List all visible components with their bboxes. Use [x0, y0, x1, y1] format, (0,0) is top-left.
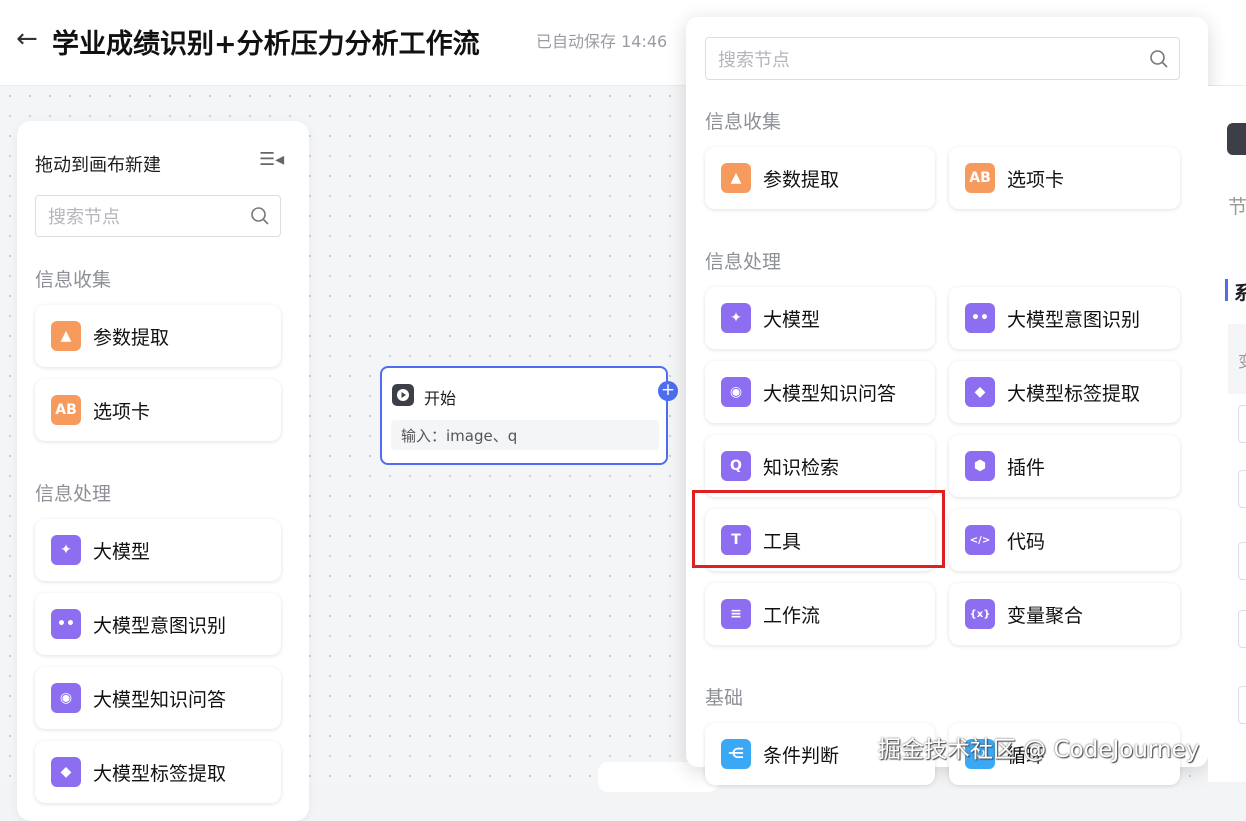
node-library-panel: 拖动到画布新建 ☰◂ 搜索节点 信息收集 ▲ 参数提取 AB 选项卡信息处理 ✦ 大模型 ••…: [17, 121, 309, 821]
node-item-label: 大模型标签提取: [1007, 382, 1141, 405]
config-field[interactable]: [1238, 405, 1246, 443]
start-node[interactable]: 开始 输入：image、q: [380, 366, 668, 465]
extract-icon: ▲: [51, 321, 81, 351]
qa-icon: ◉: [721, 377, 751, 407]
collapse-panel-icon[interactable]: ☰◂: [259, 149, 284, 170]
node-inputs: 输入：image、q: [391, 420, 659, 450]
node-item-label: 代码: [1007, 530, 1046, 553]
section-label: 信息收集: [35, 269, 112, 291]
back-arrow-icon[interactable]: ←: [16, 24, 38, 54]
plugin-icon: ⬢: [965, 451, 995, 481]
node-item-label: 参数提取: [93, 326, 170, 349]
intent-icon: ••: [965, 303, 995, 333]
left-search-input[interactable]: 搜索节点: [35, 195, 281, 237]
highlight-box-tool: [692, 490, 945, 568]
panel-title: 拖动到画布新建: [35, 155, 161, 176]
tag-icon: ◆: [965, 377, 995, 407]
intent-icon: ••: [51, 609, 81, 639]
node-desc-label: 节: [1228, 196, 1246, 218]
node-item-label: 大模型意图识别: [1007, 308, 1141, 331]
node-item-intent[interactable]: •• 大模型意图识别: [35, 593, 281, 655]
node-type-icon: [1227, 123, 1246, 155]
node-item-tag[interactable]: ◆ 大模型标签提取: [949, 361, 1180, 423]
tabs-icon: AB: [51, 395, 81, 425]
node-item-label: 插件: [1007, 456, 1046, 479]
section-marker: [1225, 279, 1228, 301]
node-item-label: 变量聚合: [1007, 604, 1084, 627]
section-label: 基础: [705, 687, 744, 709]
add-node-plus-icon[interactable]: +: [658, 381, 678, 401]
node-item-tabs[interactable]: AB 选项卡: [949, 147, 1180, 209]
tag-icon: ◆: [51, 757, 81, 787]
watermark: 掘金技术社区 @ CodeJourney: [878, 737, 1200, 763]
node-item-variable[interactable]: {x} 变量聚合: [949, 583, 1180, 645]
variable-header-label: 变: [1238, 352, 1246, 371]
node-item-search-knowledge[interactable]: Q 知识检索: [705, 435, 935, 497]
add-node-popup: 搜索节点 信息收集 ▲ 参数提取 AB 选项卡信息处理 ✦ 大模型 •• 大模型意图识别 ◉ 大模型…: [686, 17, 1208, 785]
section-label: 信息处理: [705, 251, 782, 273]
workflow-icon: ≡: [721, 599, 751, 629]
node-item-label: 工作流: [763, 604, 821, 627]
play-icon: [392, 384, 414, 406]
node-item-label: 大模型意图识别: [93, 614, 227, 637]
node-item-label: 大模型: [93, 540, 151, 563]
node-item-label: 大模型标签提取: [93, 762, 227, 785]
node-item-llm[interactable]: ✦ 大模型: [35, 519, 281, 581]
node-item-extract[interactable]: ▲ 参数提取: [35, 305, 281, 367]
node-item-workflow[interactable]: ≡ 工作流: [705, 583, 935, 645]
popup-search-input[interactable]: 搜索节点: [705, 37, 1180, 80]
search-placeholder: 搜索节点: [48, 207, 120, 228]
search-icon: [251, 207, 269, 225]
node-item-label: 条件判断: [763, 744, 840, 767]
node-item-intent[interactable]: •• 大模型意图识别: [949, 287, 1180, 349]
section-label: 信息收集: [705, 111, 782, 133]
node-item-extract[interactable]: ▲ 参数提取: [705, 147, 935, 209]
node-item-label: 知识检索: [763, 456, 840, 479]
variable-header: 变: [1228, 324, 1246, 394]
search-placeholder: 搜索节点: [718, 49, 790, 71]
config-field[interactable]: [1238, 542, 1246, 580]
llm-icon: ✦: [721, 303, 751, 333]
config-field[interactable]: [1238, 470, 1246, 508]
node-item-plugin[interactable]: ⬢ 插件: [949, 435, 1180, 497]
tabs-icon: AB: [965, 163, 995, 193]
config-field[interactable]: [1238, 686, 1246, 724]
node-item-label: 选项卡: [1007, 168, 1065, 191]
node-item-tag[interactable]: ◆ 大模型标签提取: [35, 741, 281, 803]
node-item-qa[interactable]: ◉ 大模型知识问答: [705, 361, 935, 423]
search-knowledge-icon: Q: [721, 451, 751, 481]
extract-icon: ▲: [721, 163, 751, 193]
node-item-label: 大模型知识问答: [763, 382, 897, 405]
node-item-label: 大模型: [763, 308, 821, 331]
node-item-label: 选项卡: [93, 400, 151, 423]
search-icon: [1150, 49, 1168, 68]
node-config-panel: 节 系 变: [1208, 86, 1246, 782]
node-item-label: 参数提取: [763, 168, 840, 191]
node-item-llm[interactable]: ✦ 大模型: [705, 287, 935, 349]
config-field[interactable]: [1238, 610, 1246, 648]
qa-icon: ◉: [51, 683, 81, 713]
code-icon: </>: [965, 525, 995, 555]
llm-icon: ✦: [51, 535, 81, 565]
variable-icon: {x}: [965, 599, 995, 629]
node-item-code[interactable]: </> 代码: [949, 509, 1180, 571]
section-title: 系: [1234, 282, 1246, 304]
node-item-label: 大模型知识问答: [93, 688, 227, 711]
autosave-status: 已自动保存 14:46: [536, 32, 668, 51]
page-title: 学业成绩识别+分析压力分析工作流: [52, 29, 480, 60]
node-item-tabs[interactable]: AB 选项卡: [35, 379, 281, 441]
node-item-qa[interactable]: ◉ 大模型知识问答: [35, 667, 281, 729]
section-label: 信息处理: [35, 483, 112, 505]
node-title: 开始: [424, 389, 457, 408]
condition-icon: ⋲: [721, 739, 751, 769]
